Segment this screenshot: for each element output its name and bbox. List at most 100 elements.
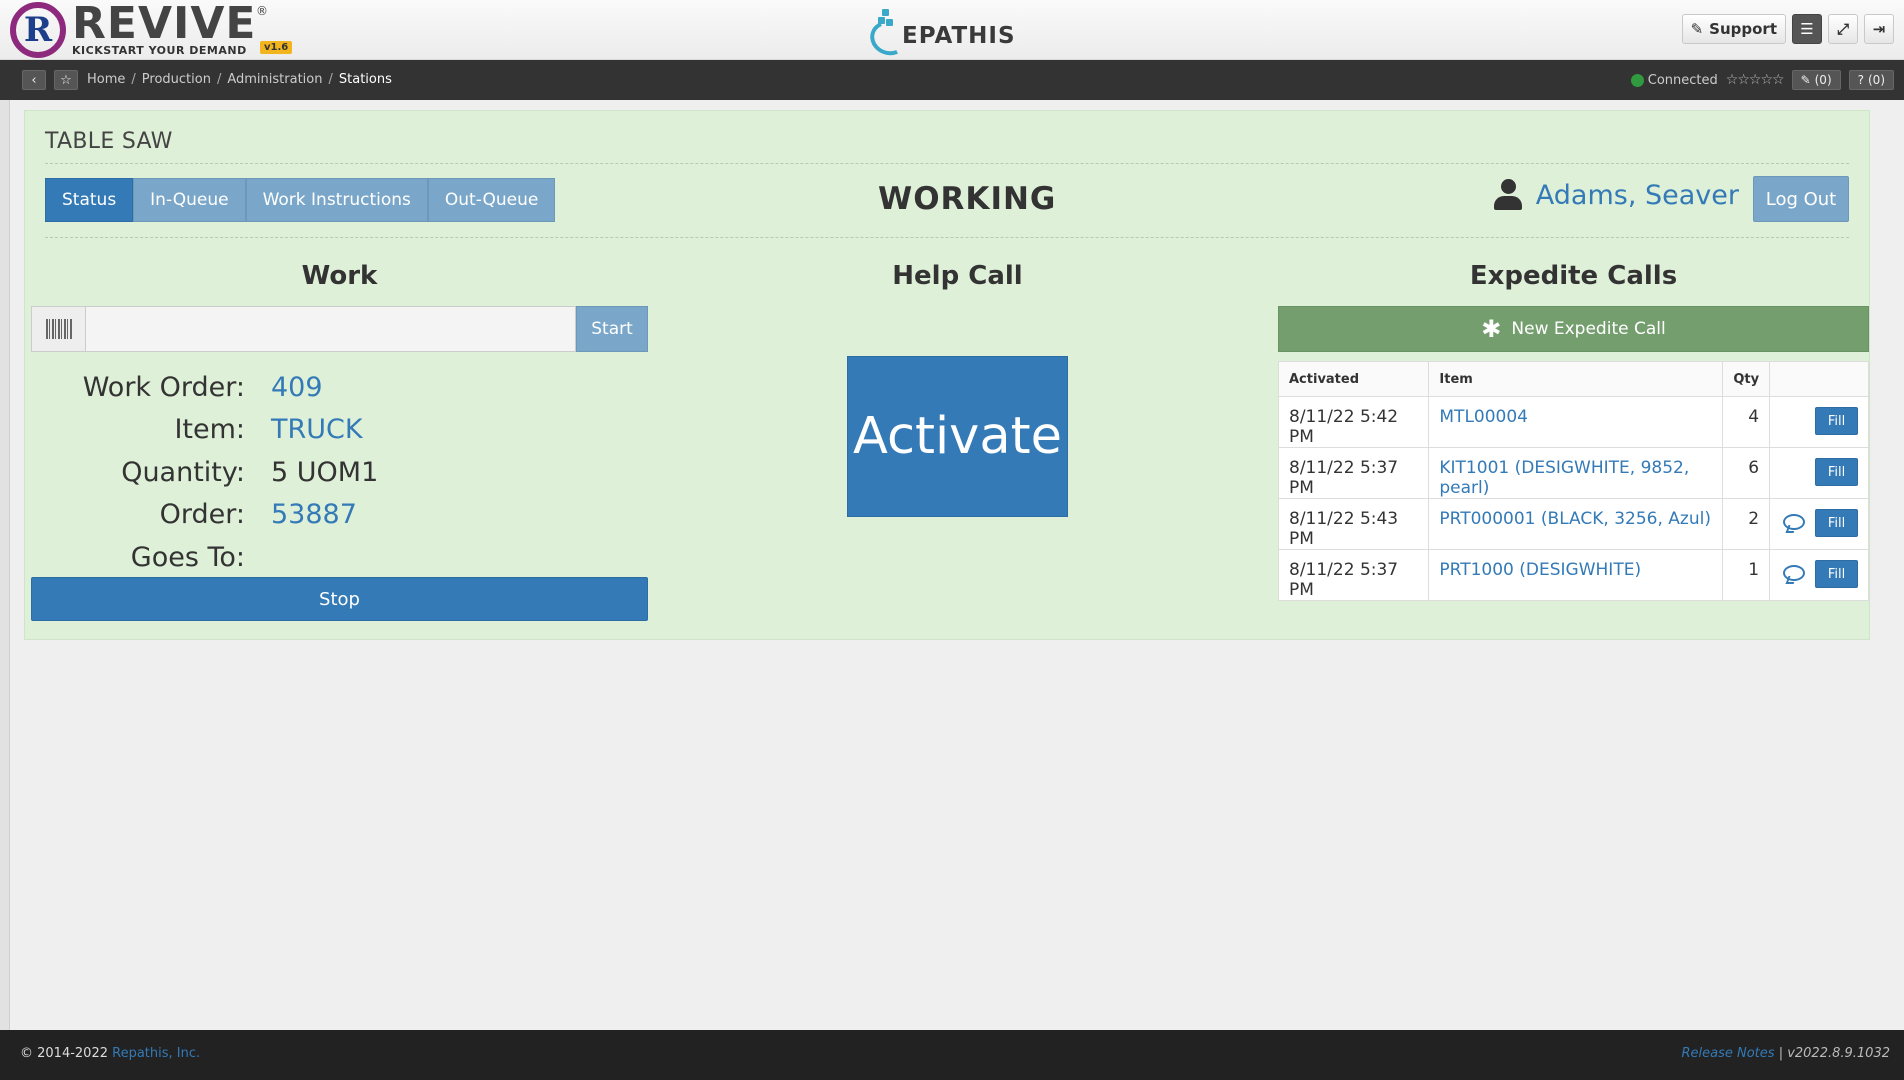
quantity-row: Quantity: 5 UOM1 <box>45 451 605 494</box>
qty-cell: 4 <box>1722 396 1771 448</box>
breadcrumb-production[interactable]: Production <box>142 72 211 87</box>
new-expedite-label: New Expedite Call <box>1511 319 1666 339</box>
menu-button[interactable]: ☰ <box>1792 14 1822 44</box>
fill-button[interactable]: Fill <box>1815 560 1858 588</box>
table-row: 8/11/22 5:37 PM PRT1000 (DESIGWHITE) 1 F… <box>1277 549 1869 601</box>
col-qty[interactable]: Qty <box>1722 361 1771 397</box>
logo-word: REVIVE <box>72 0 257 49</box>
user-icon <box>1493 179 1522 211</box>
current-user: Adams, Seaver <box>1493 179 1739 211</box>
help-button[interactable]: ? (0) <box>1848 70 1894 90</box>
support-button[interactable]: ✎ Support <box>1681 14 1786 44</box>
activate-button[interactable]: Activate <box>847 356 1068 517</box>
attachments-button[interactable]: ✎ (0) <box>1791 70 1841 90</box>
order-value[interactable]: 53887 <box>271 499 357 530</box>
work-order-value[interactable]: 409 <box>271 372 323 403</box>
tab-work-instructions[interactable]: Work Instructions <box>245 178 428 222</box>
activated-cell: 8/11/22 5:42 PM <box>1277 396 1430 448</box>
repathis-mark-icon <box>865 7 913 61</box>
connection-status: Connected <box>1630 73 1718 88</box>
comment-icon[interactable] <box>1783 513 1805 530</box>
expedite-table: Activated Item Qty 8/11/22 5:42 PM MTL00… <box>1277 361 1869 601</box>
breadcrumb-current: Stations <box>338 72 392 87</box>
tab-in-queue[interactable]: In-Queue <box>133 178 246 222</box>
barcode-addon <box>31 306 85 352</box>
work-scan-input[interactable] <box>85 306 576 352</box>
version-badge: v1.6 <box>260 41 293 54</box>
table-header-row: Activated Item Qty <box>1277 361 1869 397</box>
user-name[interactable]: Adams, Seaver <box>1536 180 1739 211</box>
favorite-button[interactable]: ☆ <box>54 70 78 90</box>
actions-cell: Fill <box>1769 549 1869 601</box>
new-expedite-call-button[interactable]: ✱ New Expedite Call <box>1278 306 1869 352</box>
divider <box>45 237 1849 238</box>
order-label: Order: <box>159 499 245 531</box>
question-icon: ? <box>1857 73 1864 87</box>
fill-button[interactable]: Fill <box>1815 458 1858 486</box>
divider <box>45 163 1849 164</box>
col-actions <box>1769 361 1869 397</box>
col-item[interactable]: Item <box>1428 361 1724 397</box>
station-panel: TABLE SAW Status In-Queue Work Instructi… <box>24 110 1870 640</box>
item-link[interactable]: PRT000001 (BLACK, 3256, Azul) <box>1428 498 1724 550</box>
breadcrumb-home[interactable]: Home <box>87 72 125 87</box>
table-row: 8/11/22 5:37 PM KIT1001 (DESIGWHITE, 985… <box>1277 447 1869 499</box>
registered-mark: ® <box>256 3 268 18</box>
connected-dot-icon <box>1630 73 1644 87</box>
revive-gear-icon: R <box>10 2 66 58</box>
table-row: 8/11/22 5:43 PM PRT000001 (BLACK, 3256, … <box>1277 498 1869 550</box>
stop-button[interactable]: Stop <box>31 577 648 621</box>
expand-icon: ⤢ <box>1836 20 1849 38</box>
fill-button[interactable]: Fill <box>1815 407 1858 435</box>
copyright: © 2014-2022 <box>20 1046 108 1061</box>
order-row: Order: 53887 <box>45 494 605 537</box>
back-button[interactable]: ‹ <box>22 70 46 90</box>
rating-stars[interactable]: ☆☆☆☆☆ <box>1726 72 1785 88</box>
qty-cell: 6 <box>1722 447 1771 499</box>
item-link[interactable]: KIT1001 (DESIGWHITE, 9852, pearl) <box>1428 447 1724 499</box>
item-value[interactable]: TRUCK <box>271 414 363 445</box>
fullscreen-button[interactable]: ⤢ <box>1828 14 1858 44</box>
company-link[interactable]: Repathis, Inc. <box>112 1046 200 1061</box>
activated-cell: 8/11/22 5:37 PM <box>1277 549 1430 601</box>
left-edge-strip <box>0 100 10 1030</box>
help-call-heading: Help Call <box>892 261 1023 291</box>
attachments-count: (0) <box>1814 73 1832 87</box>
signout-button[interactable]: ⇥ <box>1864 14 1894 44</box>
activated-cell: 8/11/22 5:43 PM <box>1277 498 1430 550</box>
item-row: Item: TRUCK <box>45 409 605 452</box>
start-button[interactable]: Start <box>576 306 648 352</box>
goes-to-row: Goes To: <box>45 536 605 579</box>
item-link[interactable]: MTL00004 <box>1428 396 1724 448</box>
actions-cell: Fill <box>1769 447 1869 499</box>
comment-icon[interactable] <box>1783 564 1805 581</box>
chevron-left-icon: ‹ <box>31 72 37 88</box>
logout-button[interactable]: Log Out <box>1753 176 1849 222</box>
fill-button[interactable]: Fill <box>1815 509 1858 537</box>
actions-cell: Fill <box>1769 396 1869 448</box>
station-title: TABLE SAW <box>45 129 173 154</box>
breadcrumb-administration[interactable]: Administration <box>227 72 322 87</box>
barcode-icon <box>45 319 72 339</box>
col-activated[interactable]: Activated <box>1277 361 1430 397</box>
qty-cell: 2 <box>1722 498 1771 550</box>
work-order-label: Work Order: <box>82 371 245 403</box>
tag-icon: ✎ <box>1690 20 1704 38</box>
sign-out-icon: ⇥ <box>1872 20 1886 38</box>
qty-cell: 1 <box>1722 549 1771 601</box>
footer: © 2014-2022 Repathis, Inc. Release Notes… <box>0 1030 1904 1080</box>
quantity-label: Quantity: <box>121 456 245 488</box>
asterisk-icon: ✱ <box>1481 315 1502 343</box>
help-count: (0) <box>1868 73 1885 87</box>
tab-out-queue[interactable]: Out-Queue <box>427 178 556 222</box>
expedite-heading: Expedite Calls <box>1469 261 1678 291</box>
revive-logo[interactable]: R REVIVE ® KICKSTART YOUR DEMAND v1.6 <box>10 0 293 58</box>
tab-status[interactable]: Status <box>45 178 134 222</box>
station-tabs: Status In-Queue Work Instructions Out-Qu… <box>45 178 556 222</box>
item-link[interactable]: PRT1000 (DESIGWHITE) <box>1428 549 1724 601</box>
work-info: Work Order: 409 Item: TRUCK Quantity: 5 … <box>45 366 605 579</box>
release-notes-link[interactable]: Release Notes <box>1681 1046 1774 1061</box>
top-header: R REVIVE ® KICKSTART YOUR DEMAND v1.6 EP… <box>0 0 1904 61</box>
table-row: 8/11/22 5:42 PM MTL00004 4 Fill <box>1277 396 1869 448</box>
quantity-value: 5 UOM1 <box>271 456 379 488</box>
